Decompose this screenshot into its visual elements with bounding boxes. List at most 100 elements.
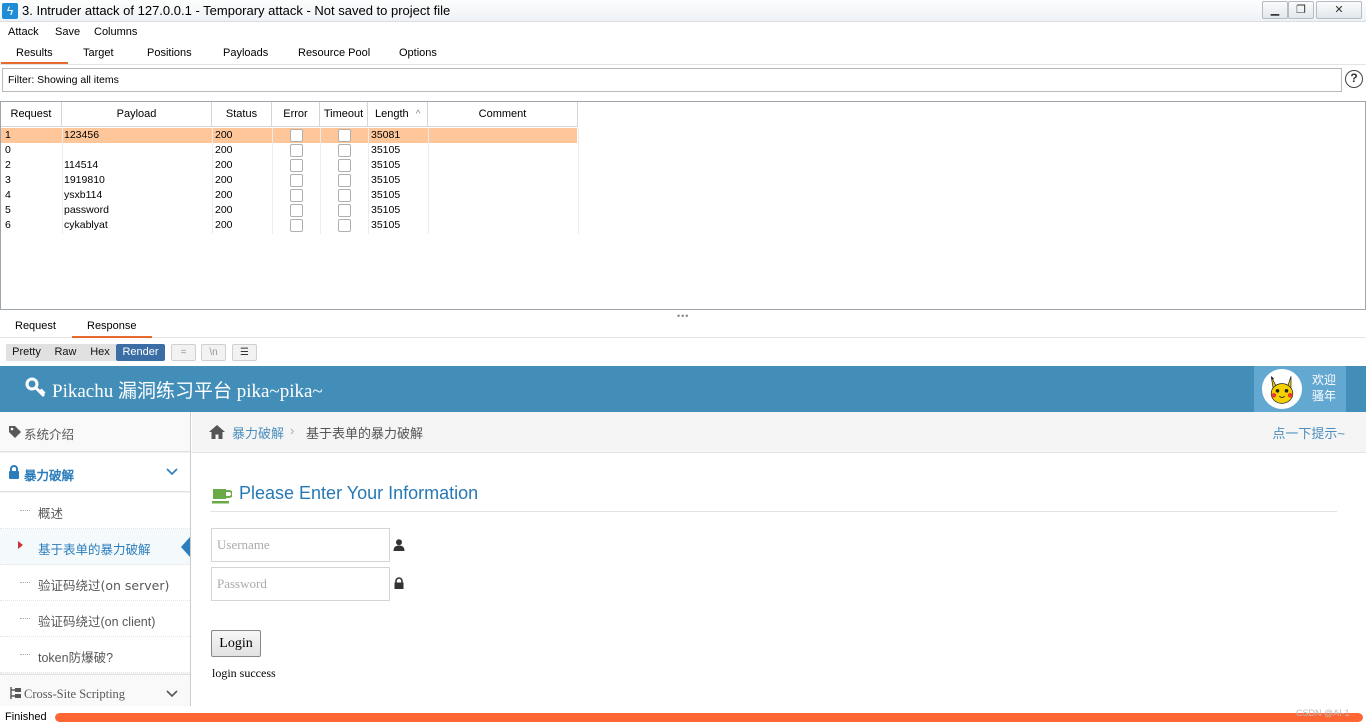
form-header: Please Enter Your Information xyxy=(210,482,1337,512)
sidebar-item-brute-force[interactable]: 暴力破解 xyxy=(0,453,190,492)
cell-timeout-checkbox xyxy=(338,174,351,187)
menu-attack[interactable]: Attack xyxy=(8,26,39,38)
pikachu-avatar xyxy=(1262,369,1302,409)
column-divider xyxy=(368,128,369,234)
cell-timeout-checkbox xyxy=(338,159,351,172)
view-hex-button[interactable]: Hex xyxy=(84,344,116,361)
cell-payload: ysxb114 xyxy=(64,189,103,201)
view-raw-button[interactable]: Raw xyxy=(47,344,84,361)
lock-icon xyxy=(9,465,19,479)
tab-resource-pool[interactable]: Resource Pool xyxy=(298,47,370,59)
tab-positions[interactable]: Positions xyxy=(147,47,192,59)
column-header-comment[interactable]: Comment xyxy=(428,102,578,127)
tab-response[interactable]: Response xyxy=(72,320,151,338)
table-row[interactable]: 4 ysxb114 200 35105 xyxy=(1,188,577,203)
window-title: 3. Intruder attack of 127.0.0.1 - Tempor… xyxy=(22,3,451,18)
sidebar-item-xss-label: Cross-Site Scripting xyxy=(24,687,126,701)
status-bar: Finished CSDN @AI-1 xyxy=(0,708,1366,728)
tab-payloads[interactable]: Payloads xyxy=(223,47,268,59)
cell-error-checkbox xyxy=(290,189,303,202)
chevron-down-icon xyxy=(166,690,178,698)
message-tabs: Request Response xyxy=(0,318,1366,338)
list-tree-icon xyxy=(10,687,21,699)
column-header-length[interactable]: Length ^ xyxy=(368,102,428,127)
pikachu-sidebar: 系统介绍 暴力破解 概述 基于表单的暴力破解 验证码绕过(on server) xyxy=(0,412,191,706)
menu-icon[interactable]: ☰ xyxy=(232,344,257,361)
cell-length: 35105 xyxy=(371,159,401,171)
sidebar-subitem-captcha-client[interactable]: 验证码绕过(on client) xyxy=(0,601,190,637)
table-row[interactable]: 6 cykablyat 200 35105 xyxy=(1,218,577,233)
cell-length: 35105 xyxy=(371,189,401,201)
cell-request: 0 xyxy=(5,144,11,156)
sidebar-subitem-form-brute[interactable]: 基于表单的暴力破解 xyxy=(0,529,190,565)
sidebar-subitem-token-label: token防爆破? xyxy=(38,651,114,665)
breadcrumb-parent-link[interactable]: 暴力破解 xyxy=(232,423,284,442)
cell-status: 200 xyxy=(215,144,233,156)
sidebar-subitem-overview-label: 概述 xyxy=(38,507,64,521)
wrap-lines-icon[interactable]: = xyxy=(171,344,196,361)
filter-bar[interactable]: Filter: Showing all items xyxy=(2,68,1342,92)
breadcrumb: 暴力破解 › 基于表单的暴力破解 点一下提示~ xyxy=(192,412,1366,453)
column-divider xyxy=(272,128,273,234)
active-pointer xyxy=(181,537,190,557)
password-input[interactable]: Password xyxy=(211,567,390,601)
table-row[interactable]: 2 114514 200 35105 xyxy=(1,158,577,173)
hint-link[interactable]: 点一下提示~ xyxy=(1272,423,1345,442)
home-icon[interactable] xyxy=(208,424,226,440)
sidebar-subitem-captcha-server[interactable]: 验证码绕过(on server) xyxy=(0,565,190,601)
cell-status: 200 xyxy=(215,189,233,201)
cell-length: 35105 xyxy=(371,144,401,156)
sidebar-subitem-token[interactable]: token防爆破? xyxy=(0,637,190,673)
close-button[interactable]: ✕ xyxy=(1316,1,1362,19)
menu-save[interactable]: Save xyxy=(55,26,80,38)
column-divider xyxy=(578,128,579,234)
menu-columns[interactable]: Columns xyxy=(94,26,137,38)
cell-request: 6 xyxy=(5,219,11,231)
cell-error-checkbox xyxy=(290,144,303,157)
help-icon[interactable]: ? xyxy=(1345,70,1363,88)
cell-length: 35105 xyxy=(371,219,401,231)
column-header-error[interactable]: Error xyxy=(272,102,320,127)
cell-status: 200 xyxy=(215,129,233,141)
table-row[interactable]: 3 1919810 200 35105 xyxy=(1,173,577,188)
window-titlebar: ϟ 3. Intruder attack of 127.0.0.1 - Temp… xyxy=(0,0,1366,22)
column-header-payload[interactable]: Payload xyxy=(62,102,212,127)
table-row[interactable]: 5 password 200 35105 xyxy=(1,203,577,218)
tab-target[interactable]: Target xyxy=(83,47,114,59)
show-newlines-icon[interactable]: \n xyxy=(201,344,226,361)
burp-app-icon: ϟ xyxy=(2,3,18,19)
cell-length: 35105 xyxy=(371,174,401,186)
cell-status: 200 xyxy=(215,174,233,186)
sidebar-item-intro[interactable]: 系统介绍 xyxy=(0,412,190,452)
column-header-length-label: Length xyxy=(375,108,409,120)
minimize-button[interactable]: ▁ xyxy=(1262,1,1288,19)
login-button[interactable]: Login xyxy=(211,630,261,657)
user-menu[interactable]: 欢迎 骚年 xyxy=(1254,366,1346,412)
column-header-request[interactable]: Request xyxy=(1,102,62,127)
column-header-timeout[interactable]: Timeout xyxy=(320,102,368,127)
table-row[interactable]: 0 200 35105 xyxy=(1,143,577,158)
pikachu-header: Pikachu 漏洞练习平台 pika~pika~ 欢迎 骚年 xyxy=(0,366,1366,412)
site-title[interactable]: Pikachu 漏洞练习平台 pika~pika~ xyxy=(52,376,323,403)
login-result-message: login success xyxy=(212,666,276,680)
column-header-status[interactable]: Status xyxy=(212,102,272,127)
cell-request: 3 xyxy=(5,174,11,186)
tab-request[interactable]: Request xyxy=(15,320,56,332)
sidebar-item-xss[interactable]: Cross-Site Scripting xyxy=(0,674,190,706)
maximize-button[interactable]: ❐ xyxy=(1288,1,1314,19)
sidebar-item-intro-label: 系统介绍 xyxy=(24,427,75,442)
view-pretty-button[interactable]: Pretty xyxy=(6,344,47,361)
breadcrumb-separator: › xyxy=(290,423,295,438)
sidebar-subitem-captcha-server-label: 验证码绕过(on server) xyxy=(38,578,170,593)
table-row[interactable]: 1 123456 200 35081 xyxy=(1,128,577,143)
cell-request: 5 xyxy=(5,204,11,216)
tab-results[interactable]: Results xyxy=(1,47,68,64)
view-render-button[interactable]: Render xyxy=(116,344,165,361)
progress-fill xyxy=(55,713,1363,722)
key-icon xyxy=(25,377,46,398)
sidebar-subitem-overview[interactable]: 概述 xyxy=(0,493,190,529)
attack-tabs: Results Target Positions Payloads Resour… xyxy=(0,43,1366,65)
tab-options[interactable]: Options xyxy=(399,47,437,59)
username-input[interactable]: Username xyxy=(211,528,390,562)
cell-request: 2 xyxy=(5,159,11,171)
